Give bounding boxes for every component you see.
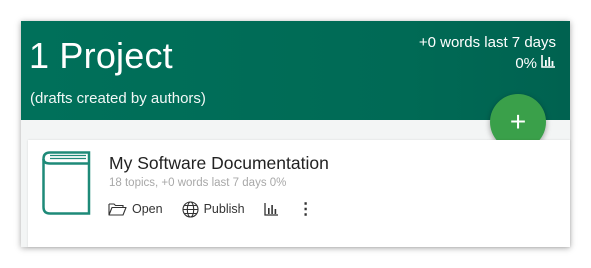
bar-chart-icon (263, 202, 279, 216)
more-vertical-icon: ⋮ (297, 201, 314, 218)
open-label: Open (132, 202, 163, 216)
globe-icon (182, 200, 199, 218)
projects-header: 1 Project (drafts created by authors) +0… (21, 21, 570, 120)
folder-open-icon (108, 202, 127, 216)
project-meta: 18 topics, +0 words last 7 days 0% (109, 177, 287, 189)
project-count: 1 Project (29, 35, 173, 76)
publish-label: Publish (203, 202, 245, 216)
weekly-percent-value: 0% (515, 55, 537, 72)
project-subtitle: (drafts created by authors) (30, 90, 206, 107)
more-options-button[interactable]: ⋮ (296, 199, 316, 219)
project-actions: Open Publish ⋮ (108, 200, 316, 218)
weekly-words-stat: +0 words last 7 days (418, 34, 556, 51)
publish-button[interactable]: Publish (182, 200, 245, 218)
weekly-percent-stat: 0% (515, 55, 556, 72)
projects-panel: 1 Project (drafts created by authors) +0… (21, 21, 570, 247)
bar-chart-icon (541, 55, 556, 72)
open-button[interactable]: Open (108, 202, 163, 216)
stats-button[interactable] (263, 202, 279, 216)
project-title[interactable]: My Software Documentation (109, 153, 329, 174)
project-card[interactable]: My Software Documentation 18 topics, +0 … (28, 140, 570, 247)
book-icon (41, 150, 95, 216)
